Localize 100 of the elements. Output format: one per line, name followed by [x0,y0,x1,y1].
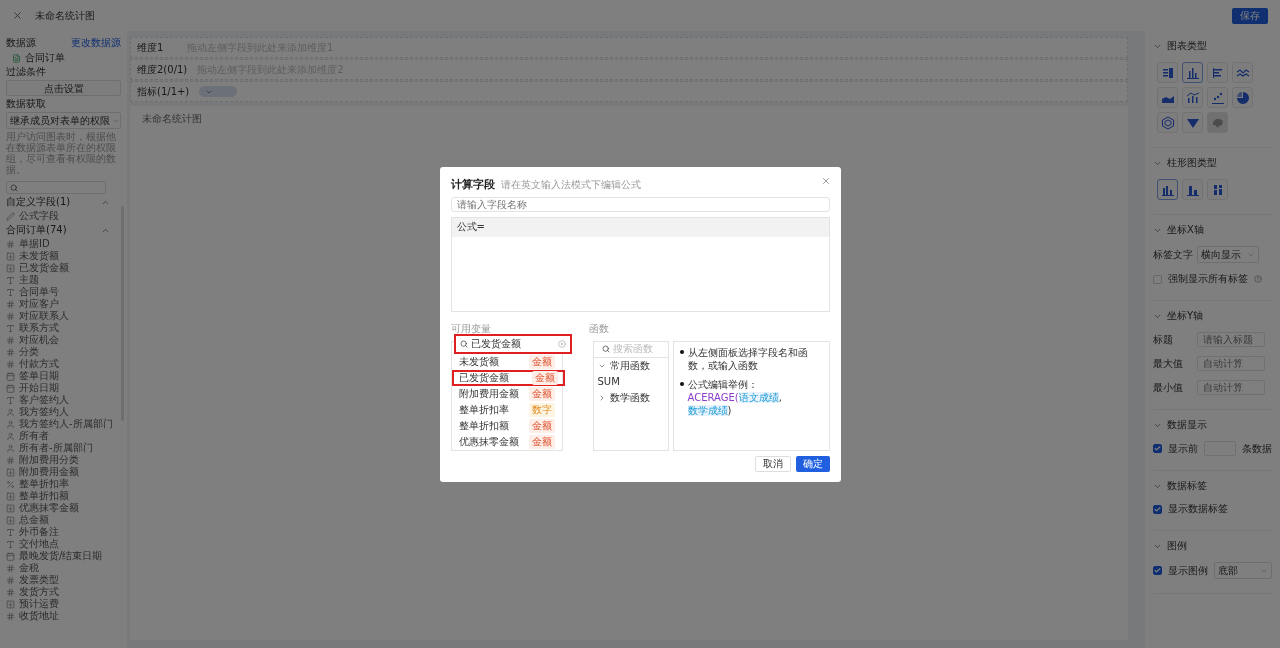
field-item[interactable]: 整单折扣率 [19,477,69,491]
save-button[interactable]: 保存 [1232,7,1268,24]
variable-item[interactable]: 已发货金额 金额 [451,369,565,386]
checkbox[interactable] [1153,504,1162,514]
function-group[interactable]: 数学函数 [593,389,668,406]
checkbox[interactable] [1153,444,1162,453]
variable-item[interactable]: 优惠抹零金额 金额 [451,433,562,450]
text-input[interactable]: 自动计算 [1197,380,1265,395]
variable-item[interactable]: 整单折扣额 金额 [451,417,562,434]
field-item[interactable]: 单据ID [19,237,50,251]
download-box-icon [6,491,15,501]
field-item[interactable]: 附加费用金额 [19,465,79,479]
search-icon [459,339,468,348]
hash-icon [6,239,15,249]
chart-type-button[interactable] [1182,62,1203,83]
filter-button[interactable]: 点击设置 [6,80,121,96]
clear-icon[interactable] [557,339,566,348]
function-item[interactable]: SUM [593,373,668,390]
field-item[interactable]: 对应客户 [19,297,59,311]
field-item[interactable]: 总金额 [19,513,49,527]
checkbox[interactable] [1153,566,1162,575]
text-type-icon [6,539,15,549]
field-item[interactable]: 我方签约人-所属部门 [19,417,113,431]
field-item[interactable]: 我方签约人 [19,405,69,419]
field-item[interactable]: 金税 [19,561,39,575]
field-item[interactable]: 合同单号 [19,285,59,299]
field-item[interactable]: 最晚发货/结束日期 [19,549,103,563]
field-item[interactable]: 客户签约人 [19,393,69,407]
text-input[interactable]: 请输入标题 [1197,332,1265,347]
confirm-button[interactable]: 确定 [795,455,830,472]
field-item[interactable]: 主题 [19,273,39,287]
field-item[interactable]: 发票类型 [19,573,59,587]
download-box-icon [6,467,15,477]
field-item[interactable]: 未发货额 [19,249,59,263]
search-placeholder[interactable]: 搜索函数 [612,342,653,356]
metric-drop-zone[interactable]: 指标(1/1+) [130,81,1128,102]
field-name-input[interactable]: 请输入字段名称 [450,196,830,212]
close-icon[interactable] [820,175,831,186]
panel-label: 可用变量 [450,321,492,336]
type-tag: 金额 [528,418,555,433]
section-title: 坐标X轴 [1167,223,1204,237]
formula-editor[interactable]: 公式= [450,216,830,312]
field-item[interactable]: 开始日期 [19,381,59,395]
field-item[interactable]: 整单折扣额 [19,489,69,503]
variable-search-field[interactable]: 已发货金额 [453,333,572,354]
dimension-label: 维度2(0/1) [137,62,188,77]
field-item[interactable]: 所有者-所属部门 [19,441,93,455]
hash-icon [6,587,15,597]
chart-type-button[interactable] [1157,179,1178,200]
field-item[interactable]: 预计运费 [19,597,59,611]
dialog-subtitle: 请在英文输入法模式下编辑公式 [500,177,641,192]
field-item[interactable]: 对应机会 [19,333,59,347]
text-input[interactable]: 自动计算 [1197,356,1265,371]
field-item[interactable]: 附加费用分类 [19,453,79,467]
variable-item[interactable]: 附加费用金额 金额 [451,385,562,402]
type-tag: 数字 [528,402,555,417]
field-item[interactable]: 分类 [19,345,39,359]
field-item[interactable]: 已发货金额 [19,261,69,275]
field-item[interactable]: 联系方式 [19,321,59,335]
search-field[interactable] [6,181,106,194]
field-label: 最小值 [1153,380,1184,395]
field-item[interactable]: 付款方式 [19,357,59,371]
text-type-icon [6,395,15,405]
field-item[interactable]: 签单日期 [19,369,59,383]
radar-chart-icon [1160,115,1175,130]
section-label: 数据源 [6,37,36,49]
panel-label: 函数 [588,321,610,336]
checkbox-label: 显示图例 [1168,563,1208,578]
list-chart-icon [1160,65,1175,80]
variable-item[interactable]: 整单折扣率 数字 [451,401,562,418]
variable-item[interactable]: 未发货额 金额 [451,353,562,370]
label-select[interactable]: 横向显示 [1197,246,1259,263]
field-item[interactable]: 发货方式 [19,585,59,599]
download-box-icon [6,251,15,261]
hash-icon [6,347,15,357]
field-item[interactable]: 外币备注 [19,525,59,539]
type-tag: 金额 [528,434,555,449]
calendar-icon [6,383,15,393]
section-label: 过滤条件 [6,66,47,78]
cancel-button[interactable]: 取消 [754,455,791,472]
legend-select[interactable]: 底部 [1214,562,1272,579]
field-item[interactable]: 公式字段 [19,209,59,223]
field-item[interactable]: 对应联系人 [19,309,69,323]
change-source-link[interactable]: 更改数据源 [71,36,121,50]
close-icon[interactable] [12,10,23,21]
type-tag: 金额 [528,386,555,401]
hash-icon [6,311,15,321]
text-type-icon [6,275,15,285]
field-item[interactable]: 优惠抹零金额 [19,501,79,515]
permission-select[interactable]: 继承成员对表单的权限 [6,112,121,129]
function-group[interactable]: 常用函数 [593,357,668,374]
field-item[interactable]: 收货地址 [19,609,59,623]
type-tag: 金额 [531,370,558,385]
field-item[interactable]: 交付地点 [19,537,59,551]
unit-label: 条数据 [1242,441,1272,456]
formula-label: 公式= [456,220,485,234]
help-icon[interactable] [1254,275,1262,283]
field-item[interactable]: 所有者 [19,429,49,443]
page-title: 未命名统计图 [35,8,96,23]
download-box-icon [6,515,15,525]
